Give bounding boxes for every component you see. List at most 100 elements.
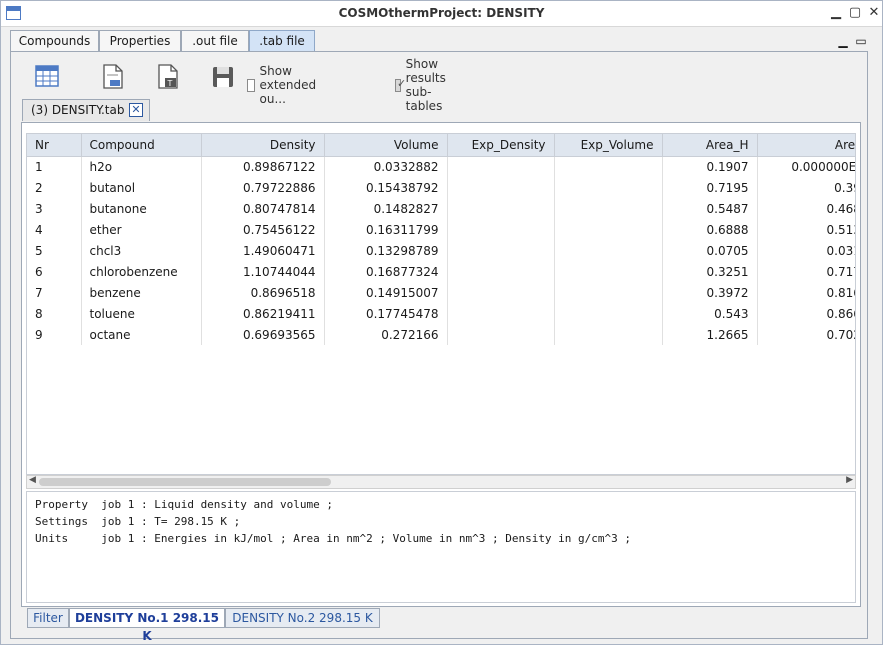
show-subtables-checkbox[interactable]: Show results sub-tables: [395, 57, 453, 113]
table-row[interactable]: 3butanone0.807478140.1482827 0.54870.4685: [27, 198, 855, 219]
table-cell[interactable]: 0.17745478: [324, 303, 448, 324]
table-cell[interactable]: [554, 156, 663, 177]
table-cell[interactable]: 0.16877324: [324, 261, 448, 282]
table-cell[interactable]: 0.7172: [757, 261, 855, 282]
table-cell[interactable]: 2: [27, 177, 82, 198]
tab-tab-file[interactable]: .tab file: [249, 30, 315, 52]
table-cell[interactable]: 5: [27, 240, 82, 261]
table-cell[interactable]: 0.69693565: [201, 324, 325, 345]
table-cell[interactable]: 0.4685: [757, 198, 855, 219]
close-icon[interactable]: ✕: [865, 4, 883, 22]
table-cell[interactable]: 7: [27, 282, 82, 303]
table-cell[interactable]: 0.16311799: [324, 219, 448, 240]
table-cell[interactable]: benzene: [81, 282, 202, 303]
table-cell[interactable]: 1.2665: [662, 324, 758, 345]
table-cell[interactable]: [447, 261, 555, 282]
table-cell[interactable]: 0.13298789: [324, 240, 448, 261]
table-row[interactable]: 5chcl31.490604710.13298789 0.07050.0312: [27, 240, 855, 261]
table-cell[interactable]: 0.399: [757, 177, 855, 198]
table-cell[interactable]: [554, 261, 663, 282]
table-cell[interactable]: chlorobenzene: [81, 261, 202, 282]
table-cell[interactable]: [554, 324, 663, 345]
table-cell[interactable]: 0.79722886: [201, 177, 325, 198]
table-cell[interactable]: 0.3972: [662, 282, 758, 303]
file-tab-density[interactable]: (3) DENSITY.tab ✕: [22, 99, 150, 121]
table-cell[interactable]: [554, 282, 663, 303]
table-cell[interactable]: toluene: [81, 303, 202, 324]
table-cell[interactable]: ether: [81, 219, 202, 240]
checkbox-box[interactable]: [247, 78, 255, 92]
table-row[interactable]: 8toluene0.862194110.17745478 0.5430.8662: [27, 303, 855, 324]
table-row[interactable]: 2butanol0.797228860.15438792 0.71950.399: [27, 177, 855, 198]
table-cell[interactable]: 1.49060471: [201, 240, 325, 261]
table-cell[interactable]: 1.10744044: [201, 261, 325, 282]
table-cell[interactable]: 0.5487: [662, 198, 758, 219]
mdi-minimize-icon[interactable]: ▁: [835, 33, 851, 49]
table-cell[interactable]: [447, 198, 555, 219]
column-header[interactable]: Exp_Volume: [554, 134, 663, 157]
table-cell[interactable]: 0.89867122: [201, 156, 325, 177]
column-header[interactable]: Compound: [81, 134, 202, 157]
table-cell[interactable]: [447, 324, 555, 345]
column-header[interactable]: Nr: [27, 134, 82, 157]
table-cell[interactable]: 0.543: [662, 303, 758, 324]
table-cell[interactable]: [447, 219, 555, 240]
close-tab-icon[interactable]: ✕: [129, 103, 143, 117]
table-cell[interactable]: h2o: [81, 156, 202, 177]
table-row[interactable]: 1h2o0.898671220.0332882 0.19070.000000E0(: [27, 156, 855, 177]
table-cell[interactable]: 0.0312: [757, 240, 855, 261]
table-cell[interactable]: 8: [27, 303, 82, 324]
column-header[interactable]: Area_: [757, 134, 855, 157]
table-cell[interactable]: 0.3251: [662, 261, 758, 282]
table-cell[interactable]: octane: [81, 324, 202, 345]
tab-out-file[interactable]: .out file: [181, 30, 249, 52]
table-row[interactable]: 6 chlorobenzene 1.10744044 0.16877324 0.3251…: [27, 261, 855, 282]
table-cell[interactable]: 0.14915007: [324, 282, 448, 303]
table-cell[interactable]: 0.75456122: [201, 219, 325, 240]
table-cell[interactable]: [554, 177, 663, 198]
table-cell[interactable]: [554, 198, 663, 219]
table-cell[interactable]: 0.1907: [662, 156, 758, 177]
save-icon[interactable]: [208, 62, 238, 92]
tab-density-no1[interactable]: DENSITY No.1 298.15 K: [69, 608, 225, 643]
table-cell[interactable]: butanone: [81, 198, 202, 219]
table-cell[interactable]: butanol: [81, 177, 202, 198]
table-cell[interactable]: [447, 240, 555, 261]
table-row[interactable]: 9octane0.696935650.272166 1.26650.7026: [27, 324, 855, 345]
show-extended-checkbox[interactable]: Show extended ou...: [247, 64, 322, 106]
table-cell[interactable]: 3: [27, 198, 82, 219]
table-cell[interactable]: 0.8696518: [201, 282, 325, 303]
table-cell[interactable]: 0.000000E0(: [757, 156, 855, 177]
table-cell[interactable]: 0.7195: [662, 177, 758, 198]
table-row[interactable]: 7benzene0.86965180.14915007 0.39720.8166: [27, 282, 855, 303]
text-document-icon[interactable]: T: [153, 62, 183, 92]
table-cell[interactable]: [554, 240, 663, 261]
scroll-left-icon[interactable]: ◀: [29, 475, 36, 485]
table-cell[interactable]: 9: [27, 324, 82, 345]
table-cell[interactable]: chcl3: [81, 240, 202, 261]
minimize-icon[interactable]: ▁: [827, 4, 845, 22]
table-cell[interactable]: 0.8662: [757, 303, 855, 324]
table-cell[interactable]: 0.5133: [757, 219, 855, 240]
table-cell[interactable]: 0.6888: [662, 219, 758, 240]
scroll-right-icon[interactable]: ▶: [846, 475, 853, 485]
table-cell[interactable]: 0.7026: [757, 324, 855, 345]
results-table[interactable]: Nr Compound Density Volume Exp_Density Exp_Vo…: [26, 133, 856, 475]
table-cell[interactable]: 0.8166: [757, 282, 855, 303]
table-cell[interactable]: 0.0705: [662, 240, 758, 261]
table-cell[interactable]: [447, 177, 555, 198]
table-cell[interactable]: 0.0332882: [324, 156, 448, 177]
column-header[interactable]: Area_H: [662, 134, 758, 157]
table-cell[interactable]: [447, 303, 555, 324]
table-icon[interactable]: [33, 62, 63, 92]
table-cell[interactable]: [447, 282, 555, 303]
tab-filter[interactable]: Filter: [27, 608, 69, 628]
tab-density-no2[interactable]: DENSITY No.2 298.15 K: [225, 608, 380, 628]
column-header[interactable]: Volume: [324, 134, 448, 157]
document-icon[interactable]: [98, 62, 128, 92]
maximize-icon[interactable]: ▢: [846, 4, 864, 22]
checkbox-box-checked[interactable]: [395, 77, 406, 92]
tab-compounds[interactable]: Compounds: [10, 30, 99, 52]
table-cell[interactable]: [554, 303, 663, 324]
table-cell[interactable]: 0.15438792: [324, 177, 448, 198]
